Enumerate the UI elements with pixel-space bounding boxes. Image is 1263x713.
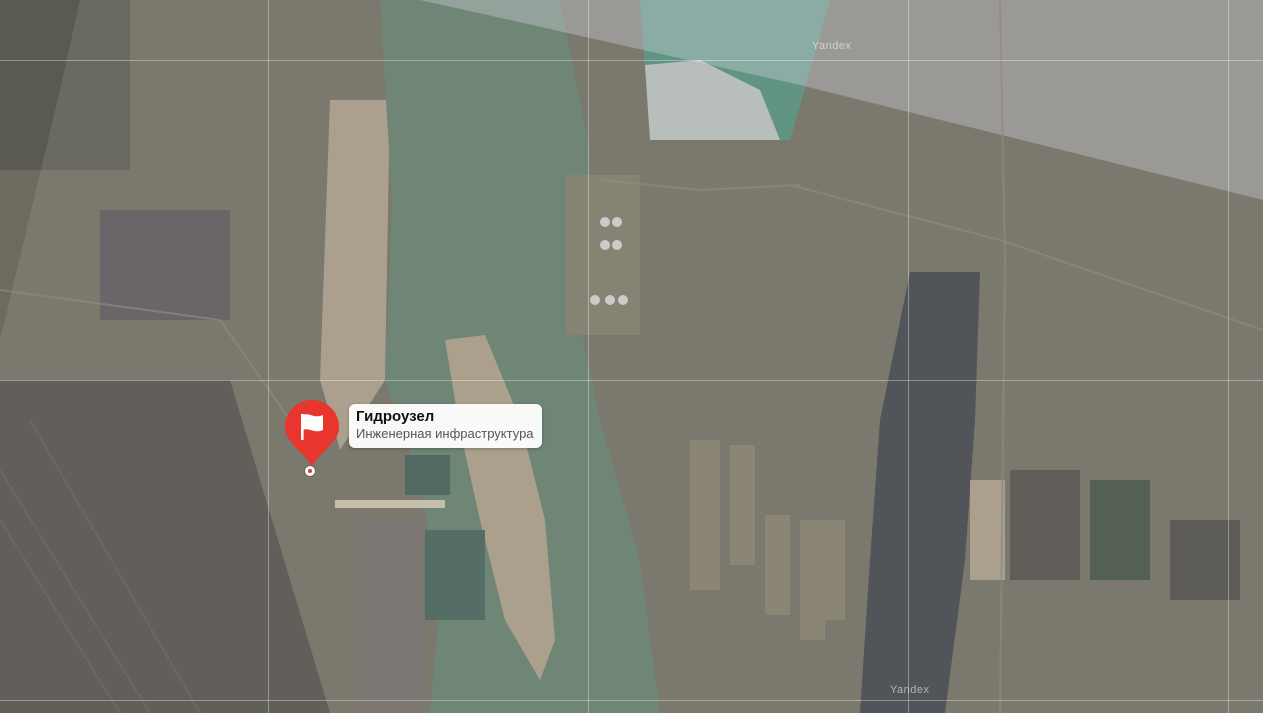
placemark-title: Гидроузел — [356, 408, 435, 425]
tile-grid-line — [0, 380, 1263, 381]
flag-icon — [285, 400, 339, 466]
yandex-watermark: Yandex — [890, 684, 930, 696]
yandex-watermark: Yandex — [812, 40, 852, 52]
tile-grid-line — [0, 700, 1263, 701]
placemark-label[interactable]: Гидроузел Инженерная инфраструктура — [349, 404, 542, 448]
tile-grid-line — [0, 60, 1263, 61]
tile-grid-line — [588, 0, 589, 713]
tile-grid-line — [908, 0, 909, 713]
satellite-imagery — [0, 0, 1263, 713]
placemark-pin[interactable] — [283, 398, 341, 466]
placemark-category: Инженерная инфраструктура — [356, 426, 534, 441]
tile-grid-line — [268, 0, 269, 713]
placemark-point — [305, 466, 315, 476]
tile-grid-line — [1228, 0, 1229, 713]
map-view[interactable]: Yandex Yandex Гидроузел Инженерная инфра… — [0, 0, 1263, 713]
